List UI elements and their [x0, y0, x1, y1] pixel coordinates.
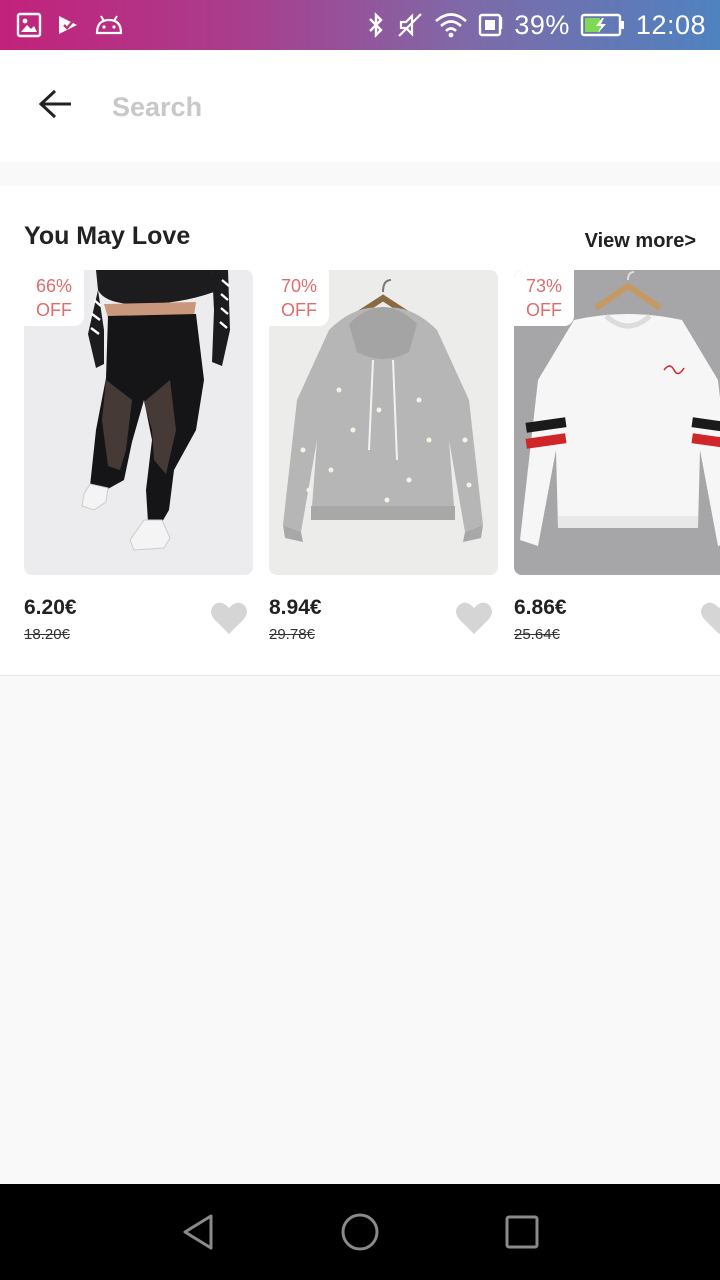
heart-icon — [211, 602, 247, 634]
discount-percent: 73% — [525, 276, 563, 296]
status-bar: 39% 12:08 — [0, 0, 720, 50]
search-header — [0, 50, 720, 162]
favorite-button[interactable] — [699, 600, 720, 636]
discount-off: OFF — [281, 300, 317, 320]
product-image[interactable]: 73% OFF — [514, 270, 720, 575]
sim-icon — [478, 11, 504, 39]
gallery-icon — [16, 12, 42, 38]
product-card[interactable]: 73% OFF 6.86€ 25.64€ — [514, 270, 720, 650]
view-more-link[interactable]: View more> — [585, 230, 696, 253]
price: 6.20€ — [24, 596, 77, 619]
discount-badge: 70% OFF — [269, 270, 329, 326]
product-card[interactable]: 70% OFF 8.94€ 29.78€ — [269, 270, 498, 650]
you-may-love-section: You May Love View more> 66% OFF 6.20€ 18… — [0, 186, 720, 676]
original-price: 29.78€ — [269, 626, 315, 643]
price: 6.86€ — [514, 596, 567, 619]
back-triangle-icon — [183, 1214, 213, 1250]
heart-icon — [701, 602, 720, 634]
battery-percent: 39% — [514, 9, 570, 40]
product-card[interactable]: 66% OFF 6.20€ 18.20€ — [24, 270, 253, 650]
search-input[interactable] — [100, 86, 680, 128]
favorite-button[interactable] — [454, 600, 494, 636]
back-button[interactable] — [28, 78, 84, 134]
nav-back-button[interactable] — [176, 1210, 220, 1254]
discount-off: OFF — [36, 300, 72, 320]
android-icon — [94, 14, 124, 36]
favorite-button[interactable] — [209, 600, 249, 636]
home-circle-icon — [341, 1213, 379, 1251]
original-price: 18.20€ — [24, 626, 70, 643]
discount-off: OFF — [526, 300, 562, 320]
system-nav-bar — [0, 1184, 720, 1280]
price: 8.94€ — [269, 596, 322, 619]
bluetooth-icon — [366, 11, 386, 39]
nav-recents-button[interactable] — [500, 1210, 544, 1254]
product-image[interactable]: 66% OFF — [24, 270, 253, 575]
mute-icon — [396, 11, 424, 39]
discount-percent: 70% — [280, 276, 318, 296]
discount-percent: 66% — [35, 276, 73, 296]
discount-badge: 66% OFF — [24, 270, 84, 326]
section-title: You May Love — [24, 222, 191, 250]
recents-square-icon — [505, 1215, 539, 1249]
wifi-icon — [434, 11, 468, 39]
arrow-left-icon — [38, 88, 74, 125]
nav-home-button[interactable] — [338, 1210, 382, 1254]
heart-icon — [456, 602, 492, 634]
product-image[interactable]: 70% OFF — [269, 270, 498, 575]
check-download-icon — [56, 13, 80, 37]
original-price: 25.64€ — [514, 626, 560, 643]
discount-badge: 73% OFF — [514, 270, 574, 326]
product-carousel[interactable]: 66% OFF 6.20€ 18.20€ 70% OFF 8.94€ 29.78… — [24, 270, 720, 650]
battery-icon — [580, 12, 626, 38]
clock: 12:08 — [635, 9, 706, 40]
